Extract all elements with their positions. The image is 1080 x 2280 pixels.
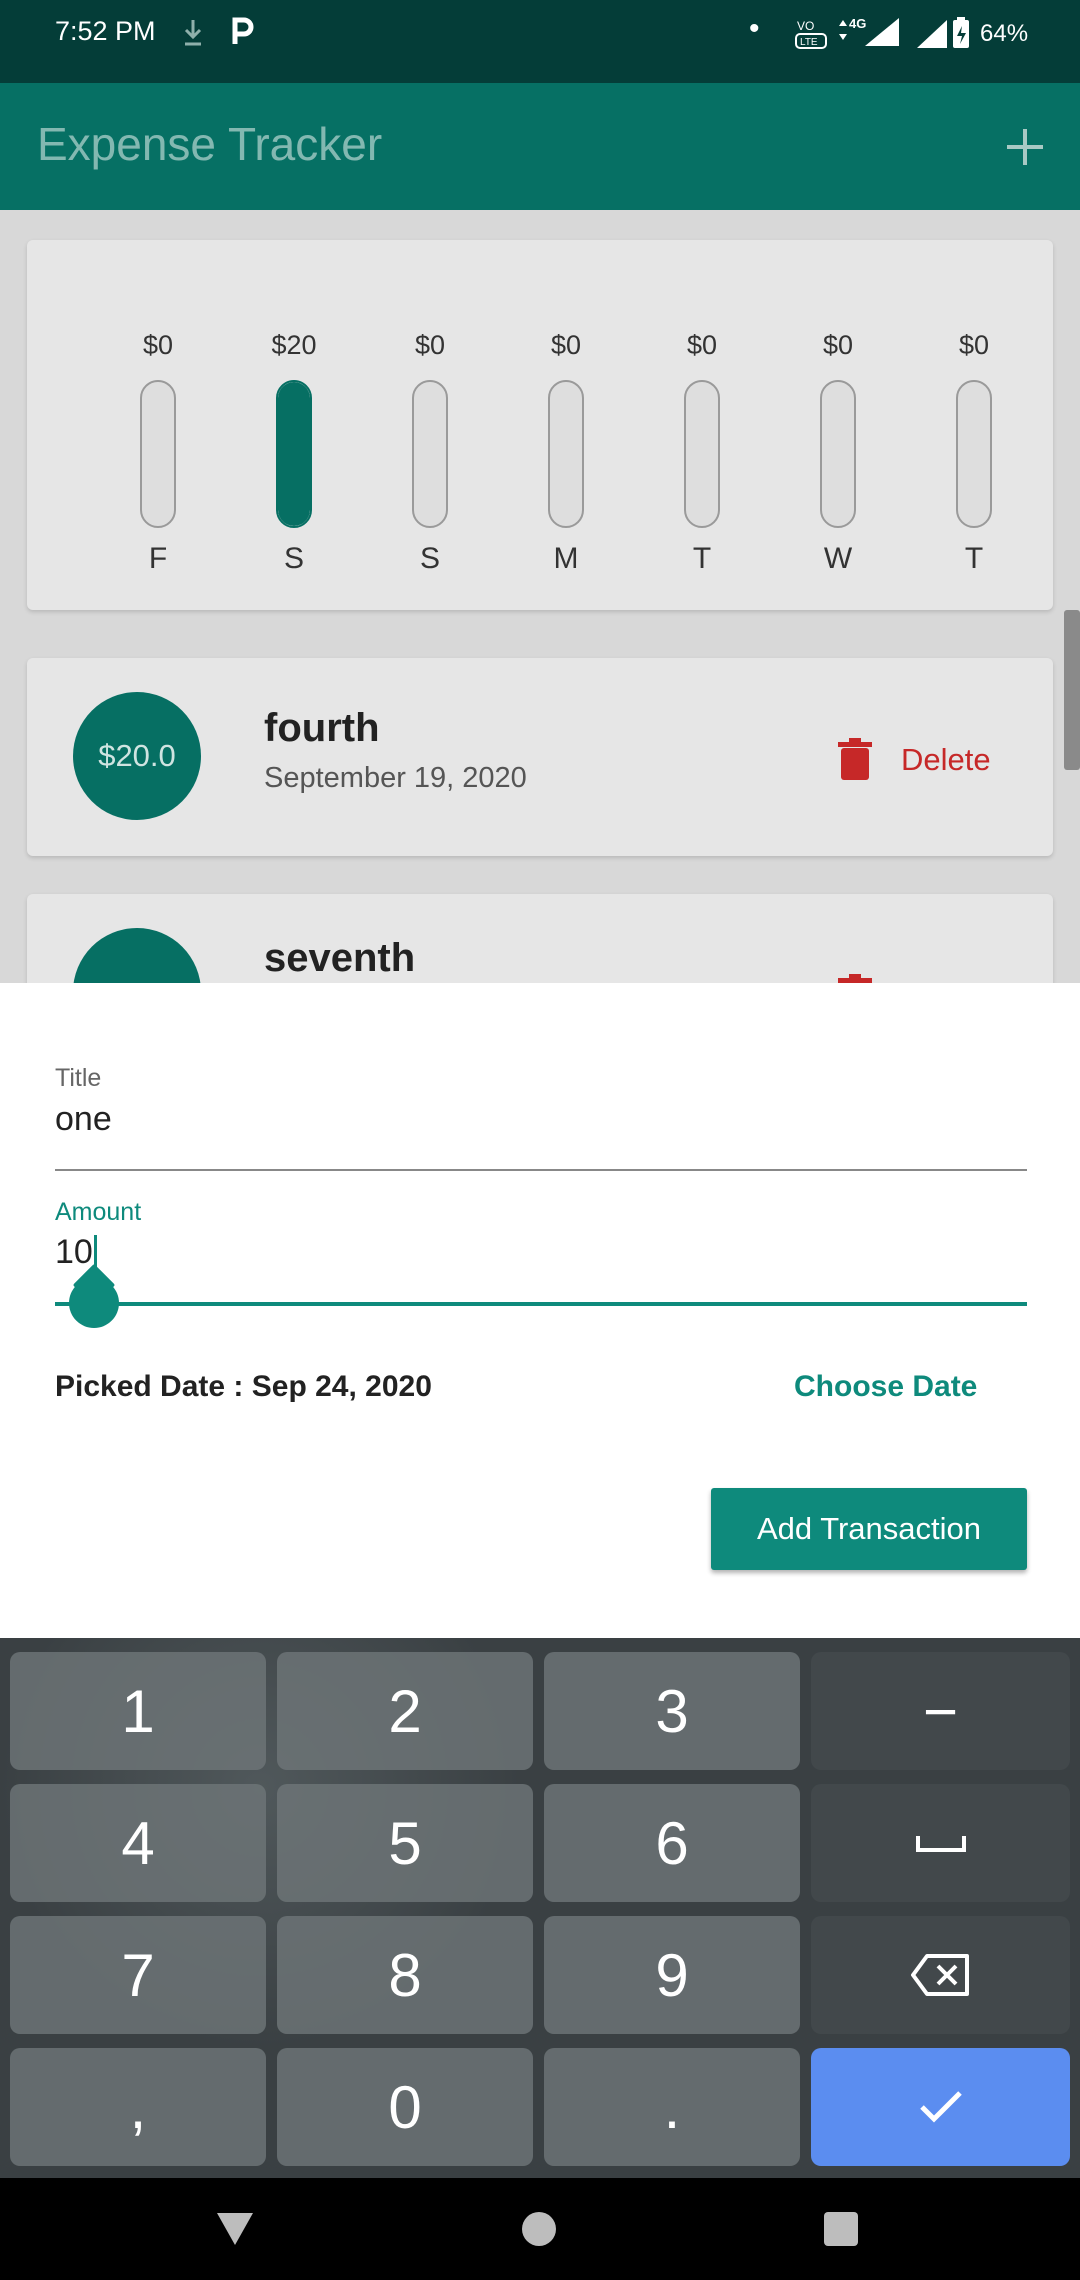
battery-icon: [953, 17, 969, 48]
key-3[interactable]: 3: [544, 1652, 800, 1770]
signal-icon: [917, 20, 947, 48]
done-key[interactable]: [811, 2048, 1070, 2166]
chart-bar: $0 T: [924, 240, 1024, 610]
key-6[interactable]: 6: [544, 1784, 800, 1902]
add-transaction-button[interactable]: Add Transaction: [711, 1488, 1027, 1570]
title-label: Title: [55, 1064, 102, 1092]
parking-icon: [232, 17, 254, 44]
status-bar: 7:52 PM • VO LTE 4G 64%: [0, 0, 1080, 83]
chart-amount: $0: [550, 330, 582, 360]
chart-day: S: [283, 542, 304, 575]
chart-amount: $0: [958, 330, 990, 360]
back-icon[interactable]: [215, 2211, 255, 2247]
battery-level: 64%: [980, 20, 1029, 47]
transaction-date: September 19, 2020: [264, 762, 527, 794]
chart-bar: $0 W: [788, 240, 888, 610]
chart-amount: $0: [414, 330, 446, 360]
download-icon: [184, 20, 202, 46]
chart-bar: $0 F: [108, 240, 208, 610]
add-transaction-sheet: Title one Amount 10 Picked Date : Sep 24…: [9, 988, 1071, 1638]
app-bar: Expense Tracker: [0, 83, 1080, 210]
check-icon: [919, 2091, 962, 2123]
chart-track: [412, 380, 448, 528]
key-period[interactable]: .: [544, 2048, 800, 2166]
key-comma[interactable]: ,: [10, 2048, 266, 2166]
amount-label: Amount: [55, 1198, 142, 1226]
amount-avatar: [73, 928, 201, 983]
chart-track: [684, 380, 720, 528]
chart-amount: $0: [686, 330, 718, 360]
status-time: 7:52 PM: [55, 16, 156, 46]
chart-amount: $0: [142, 330, 174, 360]
transaction-title: fourth: [264, 706, 380, 750]
chart-day: W: [823, 542, 853, 575]
chart-fill: [278, 382, 310, 526]
title-input[interactable]: one: [55, 1100, 112, 1139]
choose-date-button[interactable]: Choose Date: [794, 1370, 977, 1404]
system-nav-bar: [0, 2178, 1080, 2280]
svg-text:LTE: LTE: [800, 37, 818, 48]
delete-button[interactable]: Delete: [837, 738, 991, 782]
picked-date: Picked Date : Sep 24, 2020: [55, 1370, 432, 1403]
title-underline: [55, 1169, 1027, 1171]
key-9[interactable]: 9: [544, 1916, 800, 2034]
amount-value: 10: [55, 1233, 93, 1271]
chart-track: [548, 380, 584, 528]
chart-track: [140, 380, 176, 528]
transaction-title: seventh: [264, 936, 416, 980]
text-selection-handle[interactable]: [69, 1278, 119, 1328]
chart-bar: $0 T: [652, 240, 752, 610]
key-0[interactable]: 0: [277, 2048, 533, 2166]
volte-icon: VO LTE: [795, 19, 827, 49]
app-title: Expense Tracker: [37, 118, 383, 170]
svg-text:4G: 4G: [849, 16, 866, 31]
chart-track: [276, 380, 312, 528]
chart-track: [956, 380, 992, 528]
key-4[interactable]: 4: [10, 1784, 266, 1902]
dot-icon: •: [749, 12, 760, 45]
delete-label: Delete: [901, 742, 991, 777]
chart-day: F: [148, 542, 168, 575]
key-minus[interactable]: −: [811, 1652, 1070, 1770]
numeric-keyboard: 1 2 3 − 4 5 6 7 8 9 , 0 .: [0, 1638, 1080, 2178]
home-icon[interactable]: [522, 2212, 556, 2246]
chart-day: M: [553, 542, 579, 575]
chart-bar: $20 S: [244, 240, 344, 610]
plus-icon[interactable]: [1003, 125, 1047, 169]
scrollbar[interactable]: [1064, 610, 1080, 770]
chart-day: S: [419, 542, 440, 575]
transaction-card[interactable]: seventh: [27, 894, 1053, 983]
recents-icon[interactable]: [824, 2212, 858, 2246]
chart-card: $0 F $20 S $0 S $0 M $0 T $0 W $0 T: [27, 240, 1053, 610]
trash-icon: [838, 738, 872, 780]
transaction-card[interactable]: $20.0 fourth September 19, 2020 Delete: [27, 658, 1053, 856]
amount-underline: [55, 1302, 1027, 1306]
key-5[interactable]: 5: [277, 1784, 533, 1902]
chart-bar: $0 S: [380, 240, 480, 610]
chart-amount: $0: [822, 330, 854, 360]
key-7[interactable]: 7: [10, 1916, 266, 2034]
4g-icon: 4G: [839, 16, 899, 46]
chart-bar: $0 M: [516, 240, 616, 610]
backspace-icon: [910, 1954, 969, 1996]
space-key[interactable]: [811, 1784, 1070, 1902]
chart-day: T: [964, 542, 984, 575]
chart-day: T: [692, 542, 712, 575]
trash-icon[interactable]: [837, 974, 873, 983]
content-area: $0 F $20 S $0 S $0 M $0 T $0 W $0 T $20.…: [0, 210, 1080, 983]
key-1[interactable]: 1: [10, 1652, 266, 1770]
chart-track: [820, 380, 856, 528]
key-2[interactable]: 2: [277, 1652, 533, 1770]
chart-amount: $20: [271, 330, 317, 360]
backspace-key[interactable]: [811, 1916, 1070, 2034]
space-icon: [915, 1836, 966, 1852]
key-8[interactable]: 8: [277, 1916, 533, 2034]
amount-avatar: $20.0: [73, 692, 201, 820]
svg-text:VO: VO: [797, 19, 814, 33]
